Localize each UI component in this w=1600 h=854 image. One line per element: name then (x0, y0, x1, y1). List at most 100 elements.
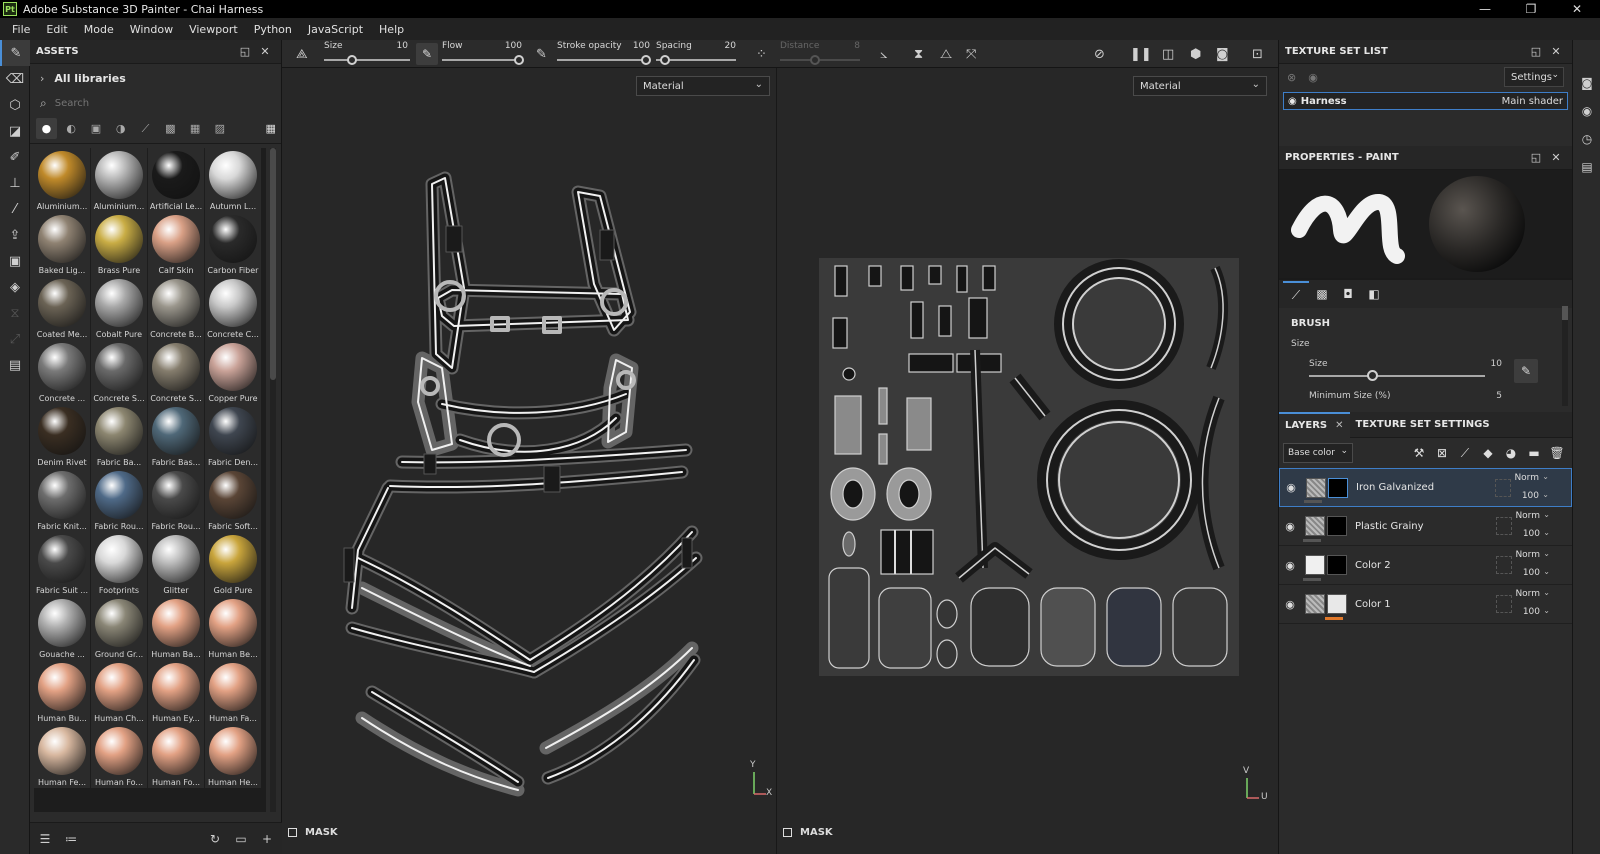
close-window-button[interactable]: ✕ (1554, 0, 1600, 18)
undock-icon[interactable]: ◱ (1526, 151, 1546, 164)
screenshot-icon[interactable]: ⊡ (1252, 40, 1263, 68)
eye-icon[interactable]: ◉ (1288, 96, 1297, 107)
spacing-value[interactable]: 20 (710, 41, 736, 51)
layer-row[interactable]: ◉ Color 2 Norm ⌄ 100 ⌄ (1279, 546, 1572, 585)
add-folder-icon[interactable]: ▬ (1525, 443, 1543, 463)
chevron-down-icon[interactable]: ⌄ (1543, 528, 1550, 537)
asset-tile[interactable]: Human Fo... (91, 724, 147, 788)
menu-help[interactable]: Help (371, 23, 412, 36)
filter-particles-icon[interactable]: ▩ (160, 118, 181, 139)
add-fill-layer-icon[interactable]: ◆ (1479, 443, 1497, 463)
pause-render-icon[interactable]: ❚❚ (1130, 40, 1152, 68)
chevron-down-icon[interactable]: ⌄ (1543, 549, 1550, 558)
chevron-down-icon[interactable]: ⌄ (1543, 606, 1550, 615)
layer-name[interactable]: Color 2 (1355, 560, 1391, 571)
channel-select[interactable]: Base color ⌄ (1283, 443, 1353, 463)
clone-tool-icon[interactable]: ⊥ (0, 170, 30, 196)
color-picker-tool-icon[interactable]: ⁄ (0, 196, 30, 222)
bake-tool-icon[interactable]: ⇪ (0, 222, 30, 248)
asset-tile[interactable]: Denim Rivet (34, 404, 90, 468)
menu-edit[interactable]: Edit (38, 23, 75, 36)
add-paint-layer-icon[interactable]: ⟋ (1456, 443, 1474, 463)
chevron-down-icon[interactable]: ⌄ (1543, 567, 1550, 576)
symmetry-settings-icon[interactable]: ⧍ (940, 40, 952, 68)
filter-list-icon[interactable]: ≔ (62, 832, 80, 846)
layer-row[interactable]: ◉ Color 1 Norm ⌄ 100 ⌄ (1279, 585, 1572, 624)
restore-button[interactable]: ❐ (1508, 0, 1554, 18)
link-icon[interactable]: ⊗ (1287, 71, 1296, 84)
folder-icon[interactable]: ▭ (232, 832, 250, 846)
mask-toggle-3d[interactable]: MASK (288, 827, 338, 838)
asset-tile[interactable]: Fabric Bas... (148, 404, 204, 468)
smudge-tool-icon[interactable]: ✐ (0, 144, 30, 170)
tab-texture-set-settings[interactable]: TEXTURE SET SETTINGS (1350, 412, 1496, 438)
asset-tile[interactable]: Concrete S... (91, 340, 147, 404)
menu-python[interactable]: Python (246, 23, 300, 36)
brush-tab-icon[interactable]: ⟋ (1283, 281, 1309, 307)
asset-tile[interactable]: Concrete ... (34, 340, 90, 404)
add-icon[interactable]: + (258, 832, 276, 846)
viewport-3d[interactable]: Material ⌄ Y X MASK (282, 68, 776, 854)
stroke-opacity-icon[interactable]: ✎ (536, 40, 547, 68)
asset-tile[interactable]: Autumn L... (205, 148, 261, 212)
asset-tile[interactable]: Fabric Ba... (91, 404, 147, 468)
shader-settings-icon[interactable]: ◉ (1573, 98, 1600, 124)
size-slider-knob[interactable] (347, 55, 357, 65)
layer-opacity[interactable]: 100 (1522, 491, 1539, 501)
layer-mask-thumbnail[interactable] (1327, 516, 1347, 536)
stencil-tab-icon[interactable]: ◘ (1335, 281, 1361, 307)
distance-value[interactable]: 8 (834, 41, 860, 51)
polygon-fill-tool-icon[interactable]: ◪ (0, 118, 30, 144)
menu-viewport[interactable]: Viewport (181, 23, 246, 36)
asset-tile[interactable]: Aluminium... (34, 148, 90, 212)
asset-tile[interactable]: Fabric Knit... (34, 468, 90, 532)
asset-tile[interactable]: Copper Pure (205, 340, 261, 404)
scrollbar-thumb[interactable] (270, 148, 276, 380)
asset-tile[interactable]: Fabric Rou... (148, 468, 204, 532)
asset-tile[interactable]: Coated Me... (34, 276, 90, 340)
asset-tile[interactable]: Aluminium... (91, 148, 147, 212)
asset-tile[interactable]: Concrete C... (205, 276, 261, 340)
eraser-tool-icon[interactable]: ⌫ (0, 66, 30, 92)
shader-name[interactable]: Main shader (1502, 96, 1563, 107)
minimize-button[interactable]: — (1462, 0, 1508, 18)
asset-tile[interactable]: Baked Lig... (34, 212, 90, 276)
undock-icon[interactable]: ◱ (1526, 45, 1546, 58)
material-mode-tool-icon[interactable]: ◈ (0, 274, 30, 300)
library-selector[interactable]: › All libraries (30, 64, 281, 92)
stroke-opacity-value[interactable]: 100 (624, 41, 650, 51)
distance-slider-knob[interactable] (810, 55, 820, 65)
asset-tile[interactable]: Ground Gr... (91, 596, 147, 660)
asset-tile[interactable]: Human Ey... (148, 660, 204, 724)
close-icon[interactable]: ✕ (1335, 420, 1343, 431)
asset-tile[interactable]: Fabric Suit ... (34, 532, 90, 596)
close-icon[interactable]: ✕ (255, 45, 275, 58)
asset-tile[interactable]: Fabric Rou... (91, 468, 147, 532)
asset-tile[interactable]: Fabric Soft... (205, 468, 261, 532)
asset-tile[interactable]: Human Ba... (148, 596, 204, 660)
asset-tile[interactable]: Calf Skin (148, 212, 204, 276)
eye-icon[interactable]: ◉ (1279, 520, 1301, 533)
log-icon[interactable]: ▤ (1573, 154, 1600, 180)
asset-tile[interactable]: Human Be... (205, 596, 261, 660)
add-smart-material-icon[interactable]: ◕ (1502, 443, 1520, 463)
asset-tile[interactable]: Cobalt Pure (91, 276, 147, 340)
brush-size-knob[interactable] (1367, 370, 1378, 381)
add-effect-icon[interactable]: ⚒ (1410, 443, 1428, 463)
close-icon[interactable]: ✕ (1546, 45, 1566, 58)
asset-tile[interactable]: Gold Pure (205, 532, 261, 596)
history-icon[interactable]: ◷ (1573, 126, 1600, 152)
eye-icon[interactable]: ◉ (1280, 481, 1302, 494)
camera-icon[interactable]: ◙ (1216, 40, 1229, 68)
spacing-slider-knob[interactable] (660, 55, 670, 65)
line-mode-icon[interactable]: ⦣ (880, 40, 887, 68)
split-view-icon[interactable]: ◫ (1162, 40, 1174, 68)
settings-dropdown[interactable]: Settings ⌄ (1504, 67, 1564, 87)
stroke-opacity-slider[interactable] (557, 59, 649, 61)
layer-name[interactable]: Color 1 (1355, 599, 1391, 610)
filter-materials-icon[interactable]: ● (36, 118, 57, 139)
layer-opacity[interactable]: 100 (1523, 568, 1540, 578)
menu-javascript[interactable]: JavaScript (300, 23, 371, 36)
filter-textures-icon[interactable]: ▦ (185, 118, 206, 139)
layer-mask-thumbnail[interactable] (1327, 594, 1347, 614)
